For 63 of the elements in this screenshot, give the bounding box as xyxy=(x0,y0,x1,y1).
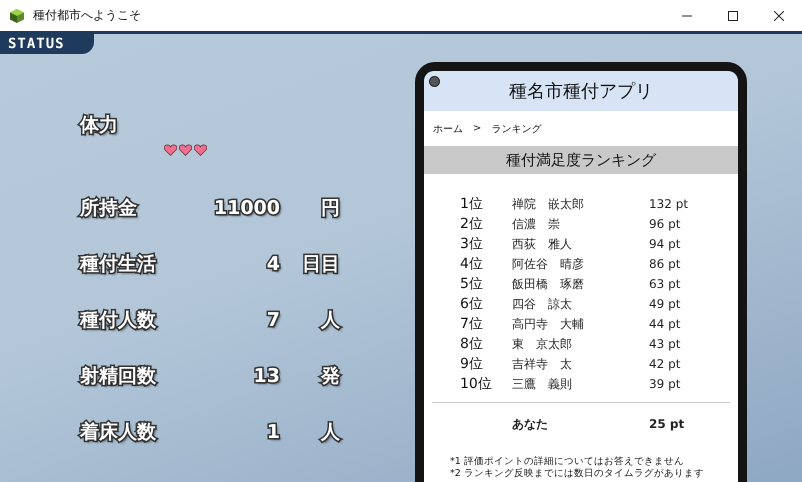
stat-label: 所持金 xyxy=(80,196,138,221)
points: 86 pt xyxy=(649,257,680,271)
camera-icon xyxy=(429,76,440,87)
points: 63 pt xyxy=(649,277,680,291)
stat-label: 着床人数 xyxy=(80,420,157,445)
player-name: あなた xyxy=(512,416,549,432)
player-name: 東 京太郎 xyxy=(512,336,573,352)
section-header: 種付満足度ランキング xyxy=(424,146,738,174)
player-name: 西荻 雅人 xyxy=(512,236,573,252)
stat-value: 1 xyxy=(266,421,280,443)
points: 25 pt xyxy=(649,417,684,431)
player-name: 吉祥寺 太 xyxy=(512,356,573,372)
rank-label: 5位 xyxy=(459,275,484,293)
app-title: 種名市種付アプリ xyxy=(509,80,653,103)
stat-value: 13 xyxy=(252,365,280,387)
rank-label: 8位 xyxy=(459,335,484,353)
player-name: 四谷 諒太 xyxy=(512,296,573,312)
rank-label: 3位 xyxy=(459,235,484,253)
stat-label: 種付人数 xyxy=(80,308,157,333)
points: 42 pt xyxy=(649,357,680,371)
rank-label: 1位 xyxy=(459,195,484,213)
heart-icon xyxy=(179,144,192,156)
close-icon xyxy=(774,10,784,20)
points: 49 pt xyxy=(649,297,680,311)
breadcrumb-current: ランキング xyxy=(491,122,542,136)
footnote: *1 評価ポイントの詳細についてはお答えできません xyxy=(450,456,685,468)
heart-icon xyxy=(164,144,177,156)
stat-label: 体力 xyxy=(80,113,118,138)
stat-unit: 日目 xyxy=(301,252,340,277)
stat-unit: 人 xyxy=(320,308,340,333)
player-name: 阿佐谷 晴彦 xyxy=(512,256,585,272)
breadcrumb-link[interactable]: ホーム xyxy=(433,122,463,136)
rank-label: 6位 xyxy=(459,295,484,313)
breadcrumb-separator: > xyxy=(473,123,482,134)
player-name: 禅院 嵌太郎 xyxy=(512,196,585,212)
rank-label: 9位 xyxy=(459,355,484,373)
stat-label: 種付生活 xyxy=(80,252,157,277)
points: 44 pt xyxy=(649,317,680,331)
stat-unit: 円 xyxy=(320,196,340,221)
window-title: 種付都市へようこそ xyxy=(33,7,141,24)
player-name: 高円寺 大輔 xyxy=(512,316,585,332)
stat-value: 4 xyxy=(266,253,280,275)
points: 43 pt xyxy=(649,337,680,351)
stat-label: 射精回数 xyxy=(80,364,157,389)
points: 96 pt xyxy=(649,217,680,231)
stat-value: 11000 xyxy=(212,197,280,219)
player-name: 信濃 崇 xyxy=(512,216,561,232)
cube-icon xyxy=(9,8,25,24)
maximize-icon xyxy=(728,10,738,20)
stat-unit: 人 xyxy=(320,420,340,445)
stat-unit: 発 xyxy=(320,364,340,389)
player-name: 飯田橋 琢磨 xyxy=(512,276,585,292)
footnote: *2 ランキング反映までには数日のタイムラグがあります xyxy=(450,468,705,480)
player-name: 三鷹 義則 xyxy=(512,376,573,392)
rank-label: 7位 xyxy=(459,315,484,333)
points: 94 pt xyxy=(649,237,680,251)
points: 39 pt xyxy=(649,377,680,391)
rank-label: 2位 xyxy=(459,215,484,233)
points: 132 pt xyxy=(649,197,688,211)
stat-value: 7 xyxy=(266,309,280,331)
rank-label: 4位 xyxy=(459,255,484,273)
rank-label: 10位 xyxy=(459,375,493,393)
heart-icon xyxy=(194,144,207,156)
